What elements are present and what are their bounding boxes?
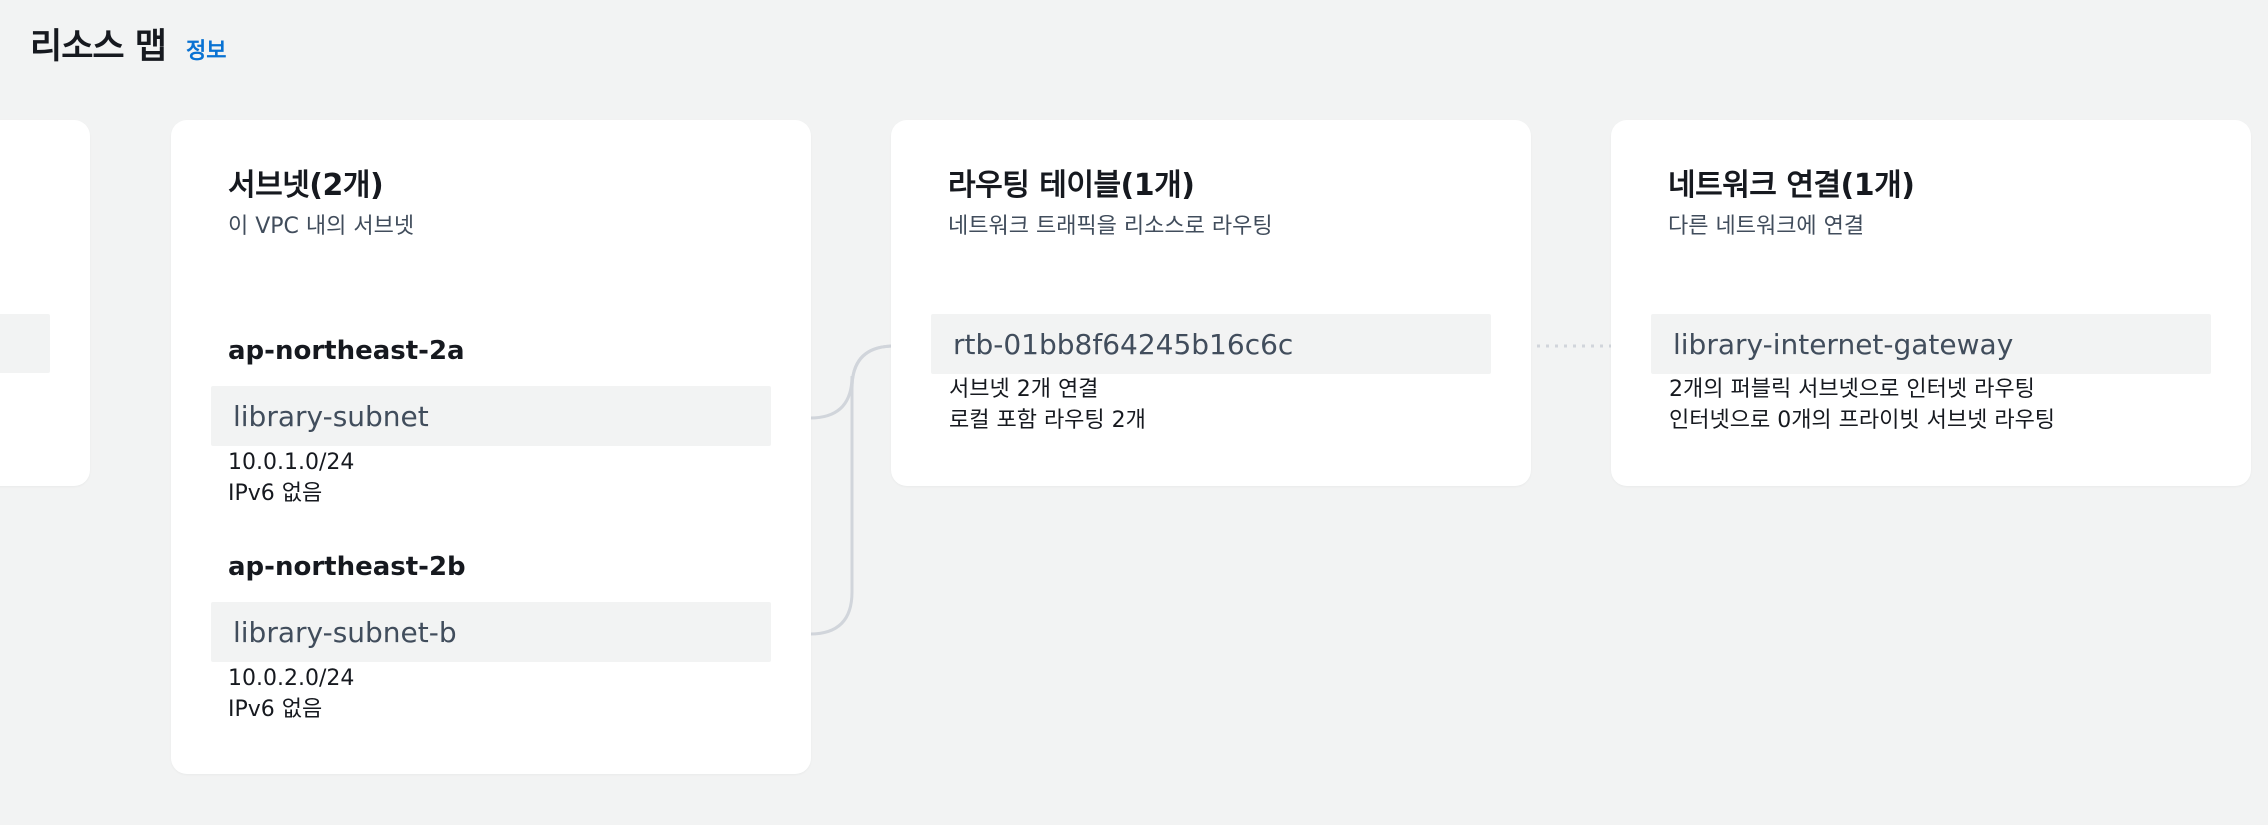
subnet-b-cidr: 10.0.2.0/24 (228, 666, 355, 691)
subnet-a-ipv6: IPv6 없음 (228, 481, 323, 506)
route-tables-subtitle: 네트워크 트래픽을 리소스로 라우팅 (948, 214, 1273, 239)
route-table-box[interactable]: rtb-01bb8f64245b16c6c (931, 314, 1491, 374)
az-label-2a: ap-northeast-2a (228, 336, 465, 366)
az-label-2b: ap-northeast-2b (228, 552, 466, 582)
subnet-b-details: 10.0.2.0/24 IPv6 없음 (228, 663, 354, 725)
subnets-card: 서브넷(2개) 이 VPC 내의 서브넷 ap-northeast-2a lib… (171, 120, 811, 774)
subnets-title: 서브넷(2개) (228, 168, 384, 203)
subnet-b-ipv6: IPv6 없음 (228, 697, 323, 722)
subnet-a-details: 10.0.1.0/24 IPv6 없음 (228, 447, 354, 509)
subnet-box-library-subnet[interactable]: library-subnet (211, 386, 771, 446)
vpc-resource-box[interactable] (0, 314, 50, 373)
resource-map-header: 리소스 맵 정보 (30, 18, 226, 69)
network-connections-subtitle: 다른 네트워크에 연결 (1668, 214, 1865, 239)
info-link[interactable]: 정보 (186, 33, 226, 65)
network-connections-card: 네트워크 연결(1개) 다른 네트워크에 연결 library-internet… (1611, 120, 2251, 486)
route-table-subnet-count: 서브넷 2개 연결 (949, 377, 1099, 402)
network-connections-title: 네트워크 연결(1개) (1668, 168, 1915, 203)
route-tables-card: 라우팅 테이블(1개) 네트워크 트래픽을 리소스로 라우팅 rtb-01bb8… (891, 120, 1531, 486)
igw-private-routing: 인터넷으로 0개의 프라이빗 서브넷 라우팅 (1669, 408, 2056, 433)
igw-public-routing: 2개의 퍼블릭 서브넷으로 인터넷 라우팅 (1669, 377, 2035, 402)
subnet-a-cidr: 10.0.1.0/24 (228, 450, 355, 475)
vpc-card (0, 120, 90, 486)
internet-gateway-details: 2개의 퍼블릭 서브넷으로 인터넷 라우팅 인터넷으로 0개의 프라이빗 서브넷… (1669, 374, 2055, 436)
subnets-subtitle: 이 VPC 내의 서브넷 (228, 214, 415, 239)
route-tables-title: 라우팅 테이블(1개) (948, 168, 1195, 203)
internet-gateway-box[interactable]: library-internet-gateway (1651, 314, 2211, 374)
route-table-route-count: 로컬 포함 라우팅 2개 (949, 408, 1146, 433)
subnet-box-library-subnet-b[interactable]: library-subnet-b (211, 602, 771, 662)
page-title: 리소스 맵 (30, 27, 167, 67)
route-table-details: 서브넷 2개 연결 로컬 포함 라우팅 2개 (949, 374, 1146, 436)
